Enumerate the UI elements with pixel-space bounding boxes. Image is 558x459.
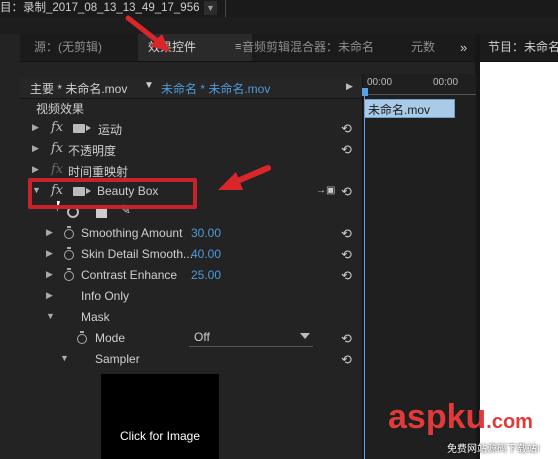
annotation-arrows [125, 15, 271, 190]
red-arrow-icon [218, 165, 271, 190]
watermark-logo: aspku.com [388, 398, 533, 437]
watermark-subtitle: 免费网站源码下载站! [447, 444, 540, 455]
watermark-part: asp [388, 398, 447, 436]
watermark-part: .com [486, 411, 533, 433]
watermark-part: ku [446, 398, 487, 436]
red-arrow-icon [125, 15, 170, 52]
